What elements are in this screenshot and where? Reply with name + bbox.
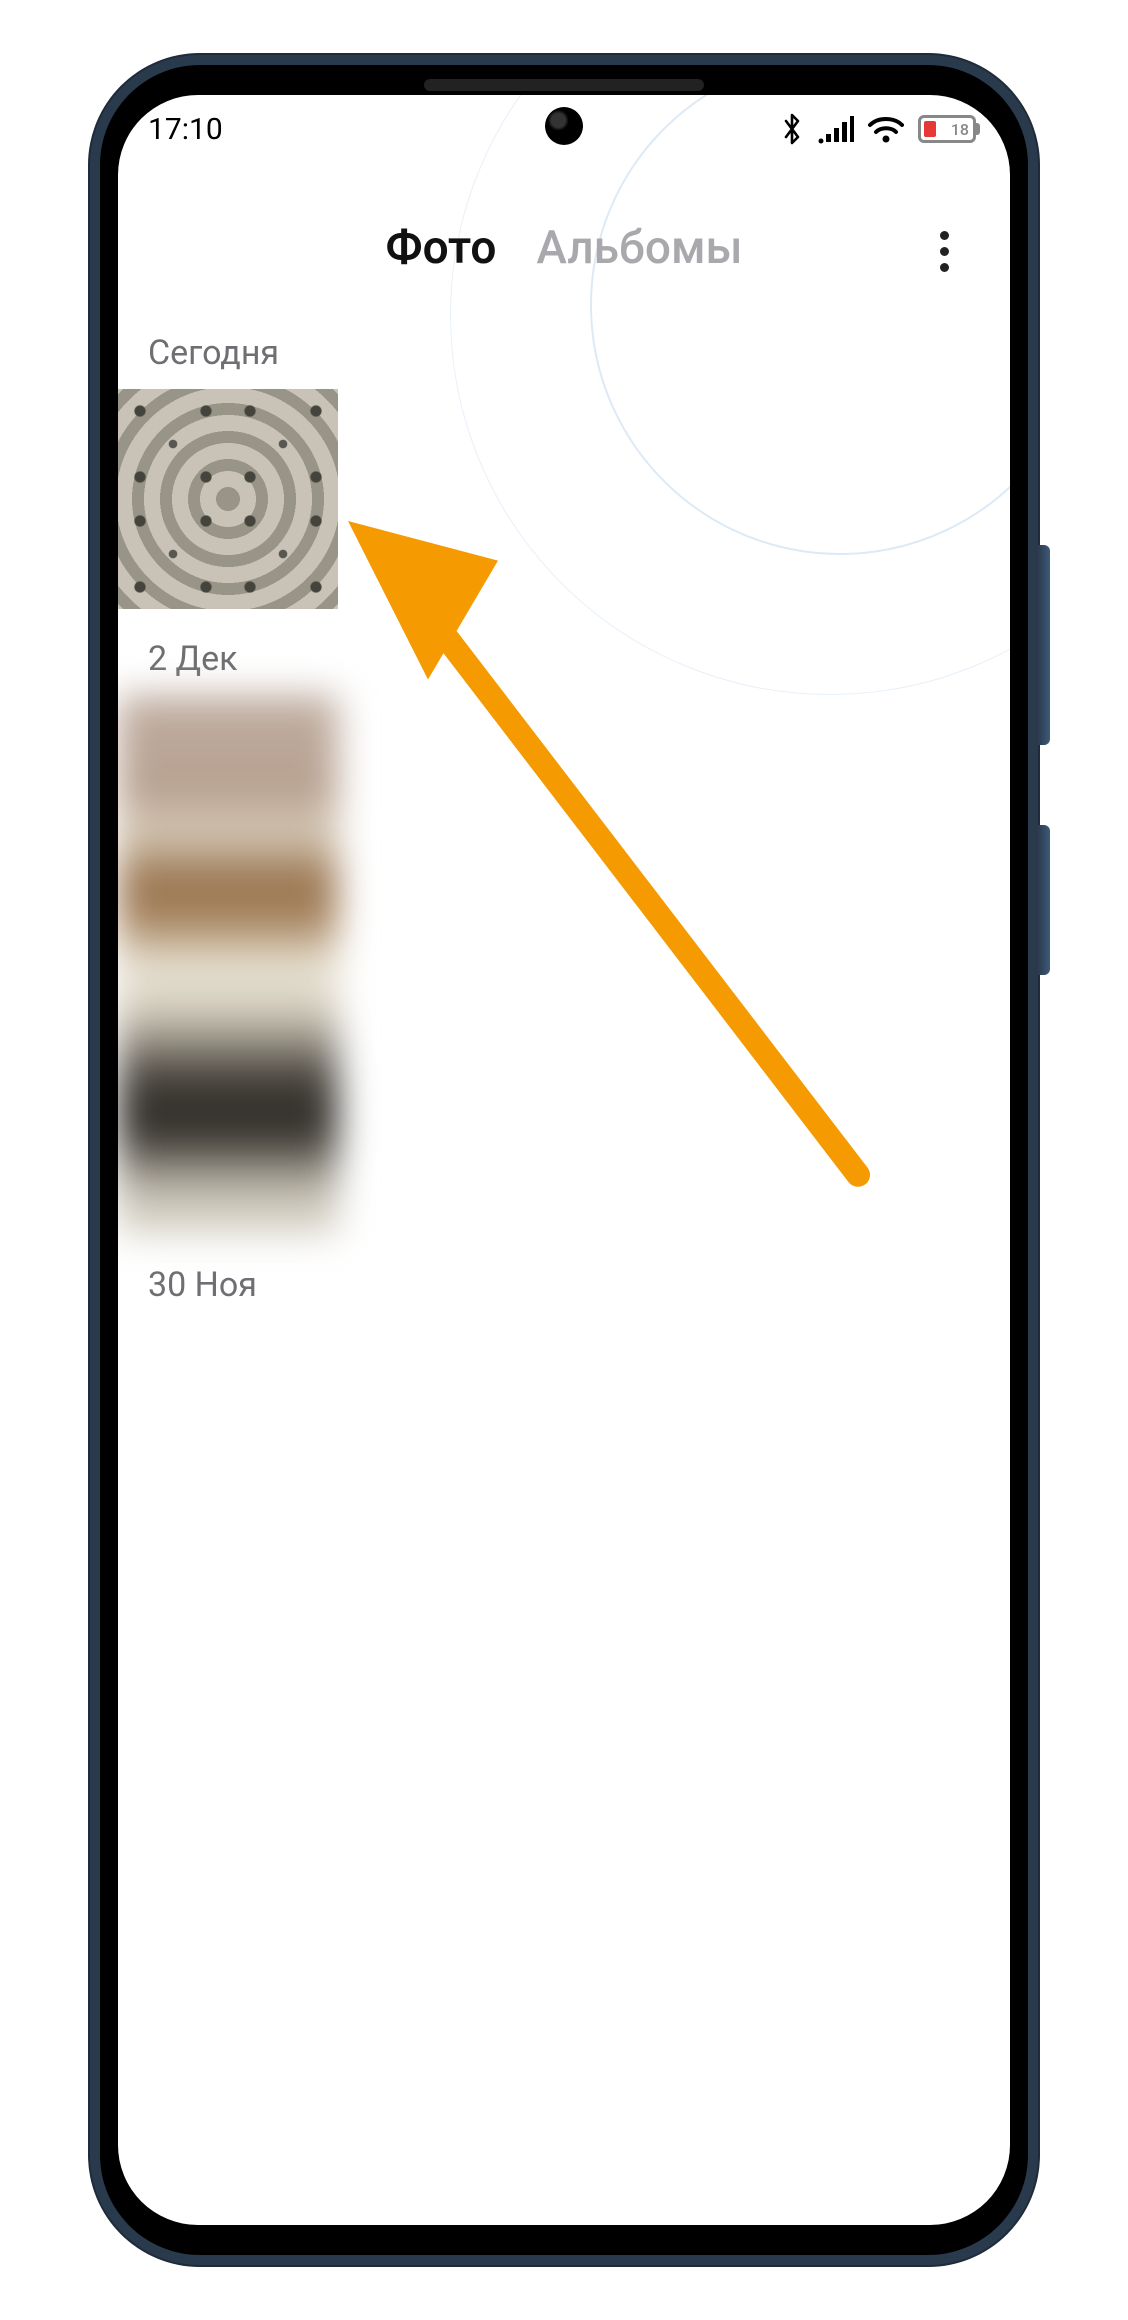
- signal-icon: [818, 114, 854, 144]
- section-label-dec2: 2 Дек: [148, 639, 1010, 679]
- photo-thumbnail[interactable]: [118, 695, 338, 1235]
- phone-bezel: 17:10: [100, 65, 1028, 2255]
- phone-screen: 17:10: [118, 95, 1010, 2225]
- front-camera: [545, 107, 583, 145]
- tab-albums[interactable]: Альбомы: [536, 221, 742, 275]
- bluetooth-icon: [780, 112, 804, 146]
- power-button: [1038, 825, 1050, 975]
- canvas: 17:10: [0, 0, 1128, 2320]
- battery-indicator: 18: [918, 115, 980, 143]
- battery-percent: 18: [951, 120, 969, 139]
- more-options-button[interactable]: [922, 221, 966, 281]
- phone-body: 17:10: [90, 55, 1038, 2265]
- status-right-cluster: 18: [780, 112, 980, 146]
- photo-thumbnail[interactable]: [118, 389, 338, 609]
- tab-photos[interactable]: Фото: [385, 221, 496, 275]
- section-label-today: Сегодня: [148, 333, 1010, 373]
- status-time: 17:10: [148, 112, 223, 147]
- thumb-row-today: [118, 389, 1010, 609]
- tabs-row: Фото Альбомы: [118, 213, 1010, 283]
- wifi-icon: [868, 115, 904, 143]
- section-label-nov30: 30 Ноя: [148, 1265, 1010, 1305]
- gallery-content[interactable]: Сегодня 2 Дек 30 Ноя: [118, 283, 1010, 1305]
- thumb-row-dec2: [118, 695, 1010, 1235]
- earpiece-speaker: [424, 79, 704, 91]
- volume-button: [1038, 545, 1050, 745]
